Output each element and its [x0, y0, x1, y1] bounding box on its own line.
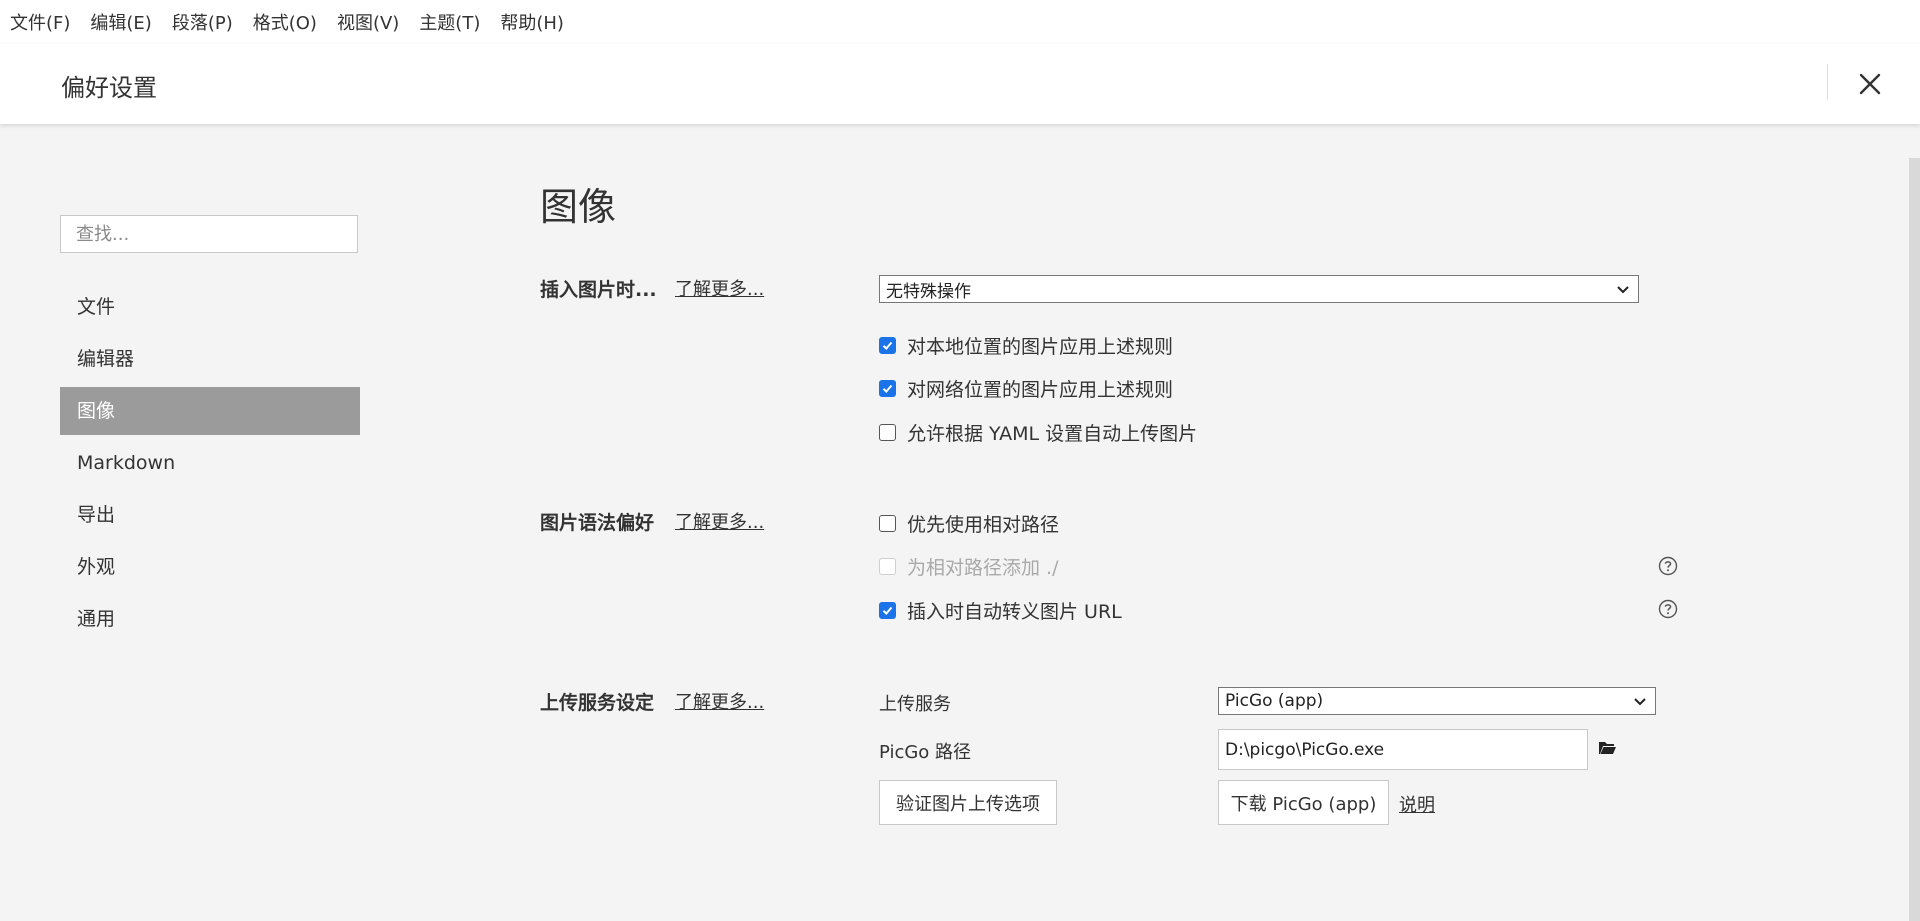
checkbox-add-dot-slash — [879, 557, 896, 575]
upload-service-select[interactable]: PicGo (app) — [1218, 687, 1656, 715]
learn-more-link-insert[interactable]: 了解更多... — [675, 275, 764, 301]
sidebar-item-general[interactable]: 通用 — [60, 595, 360, 643]
checkbox-row-local-rule[interactable]: 对本地位置的图片应用上述规则 — [879, 332, 1173, 358]
learn-more-link-syntax[interactable]: 了解更多... — [675, 508, 764, 534]
upload-service-field-label: 上传服务 — [879, 694, 951, 715]
menu-edit[interactable]: 编辑(E) — [80, 9, 161, 35]
insert-action-select[interactable]: 无特殊操作 — [879, 275, 1639, 303]
close-icon — [1859, 73, 1881, 95]
picgo-path-input[interactable] — [1218, 729, 1588, 770]
checkbox-label: 对本地位置的图片应用上述规则 — [907, 335, 1174, 358]
help-icon[interactable] — [1658, 556, 1678, 576]
sidebar-item-file[interactable]: 文件 — [60, 283, 360, 331]
verify-upload-button[interactable]: 验证图片上传选项 — [879, 780, 1057, 825]
section-title: 图像 — [540, 185, 617, 229]
check-icon — [882, 341, 893, 350]
menu-bar: 文件(F) 编辑(E) 段落(P) 格式(O) 视图(V) 主题(T) 帮助(H… — [0, 0, 1920, 44]
checkbox-row-network-rule[interactable]: 对网络位置的图片应用上述规则 — [879, 375, 1173, 401]
help-icon[interactable] — [1658, 599, 1678, 619]
menu-view[interactable]: 视图(V) — [327, 9, 409, 35]
search-input[interactable] — [60, 215, 358, 253]
checkbox-escape-url[interactable] — [879, 601, 896, 619]
chevron-down-icon — [1617, 286, 1629, 294]
sidebar-item-editor[interactable]: 编辑器 — [60, 335, 360, 383]
sidebar-item-image[interactable]: 图像 — [60, 387, 360, 435]
menu-file[interactable]: 文件(F) — [0, 9, 80, 35]
page-title: 偏好设置 — [61, 74, 157, 102]
menu-help[interactable]: 帮助(H) — [490, 9, 574, 35]
preferences-header: 偏好设置 — [0, 44, 1920, 124]
header-divider — [1827, 64, 1828, 100]
checkbox-label: 对网络位置的图片应用上述规则 — [907, 378, 1174, 401]
check-icon — [882, 384, 893, 393]
sidebar-item-export[interactable]: 导出 — [60, 491, 360, 539]
scrollbar[interactable] — [1909, 158, 1920, 921]
learn-more-link-upload[interactable]: 了解更多... — [675, 688, 764, 714]
menu-format[interactable]: 格式(O) — [243, 9, 327, 35]
checkbox-network-rule[interactable] — [879, 379, 896, 397]
menu-paragraph[interactable]: 段落(P) — [162, 9, 243, 35]
checkbox-yaml-upload[interactable] — [879, 423, 896, 441]
menu-theme[interactable]: 主题(T) — [409, 9, 490, 35]
checkbox-relative-path[interactable] — [879, 514, 896, 532]
upload-service-label: 上传服务设定 — [540, 692, 655, 714]
checkbox-row-add-dot-slash: 为相对路径添加 ./ — [879, 553, 1058, 579]
picgo-path-label: PicGo 路径 — [879, 742, 972, 763]
chevron-down-icon — [1634, 698, 1646, 706]
checkbox-label: 允许根据 YAML 设置自动上传图片 — [907, 422, 1198, 445]
sidebar-item-appearance[interactable]: 外观 — [60, 543, 360, 591]
checkbox-row-escape-url[interactable]: 插入时自动转义图片 URL — [879, 597, 1122, 623]
sidebar-item-markdown[interactable]: Markdown — [60, 439, 360, 487]
checkbox-row-yaml-upload[interactable]: 允许根据 YAML 设置自动上传图片 — [879, 419, 1197, 445]
checkbox-label: 优先使用相对路径 — [907, 513, 1060, 536]
insert-action-value: 无特殊操作 — [886, 281, 971, 302]
check-icon — [882, 606, 893, 615]
image-syntax-label: 图片语法偏好 — [540, 512, 655, 534]
checkbox-row-relative-path[interactable]: 优先使用相对路径 — [879, 510, 1059, 536]
checkbox-label: 插入时自动转义图片 URL — [907, 600, 1122, 623]
sidebar-nav: 文件 编辑器 图像 Markdown 导出 外观 通用 — [60, 283, 360, 647]
download-picgo-button[interactable]: 下载 PicGo (app) — [1218, 780, 1389, 825]
close-button[interactable] — [1848, 64, 1892, 104]
checkbox-label: 为相对路径添加 ./ — [907, 556, 1059, 579]
explain-link[interactable]: 说明 — [1399, 791, 1435, 817]
checkbox-local-rule[interactable] — [879, 336, 896, 354]
upload-service-value: PicGo (app) — [1225, 691, 1324, 711]
insert-image-label: 插入图片时... — [540, 279, 657, 301]
folder-icon[interactable] — [1598, 740, 1616, 756]
